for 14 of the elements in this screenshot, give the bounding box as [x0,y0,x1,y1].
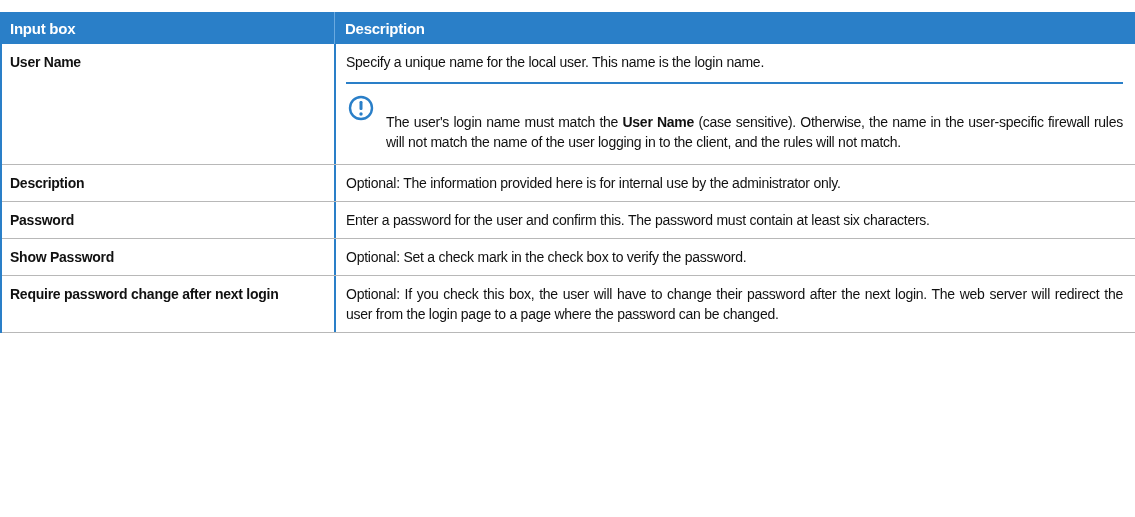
table-cell: Password [2,202,336,238]
table-cell-text: Specify a unique name for the local user. This name is the login name. [346,53,766,72]
note-text: The user's login name must match the User Name (case sensitive). Otherwise, the name in the user-specific firewall rules will not match the name of the user logging in to the client, and the rules will not match. [386,113,1123,152]
table-cell: User Name [2,44,336,164]
exclamation-icon [348,95,374,121]
table-cell-text: Optional: The information provided here is for internal use by the administrator only. [346,174,842,193]
table-cell-text: Optional: Set a check mark in the check box to verify the password. [346,248,748,267]
table-cell-text: Enter a password for the user and confirm this. The password must contain at least six characters. [346,211,931,230]
table-cell: Require password change after next login [2,276,336,332]
table-cell: Show Password [2,239,336,275]
table-cell: Description [2,165,336,201]
column-header: Input box [2,12,335,44]
table-cell-text: Optional: If you check this box, the user will have to change their password after the next login. The web server will redirect the user from the login page to a page where the password can be changed. [346,285,1123,324]
column-header: Description [344,19,426,37]
